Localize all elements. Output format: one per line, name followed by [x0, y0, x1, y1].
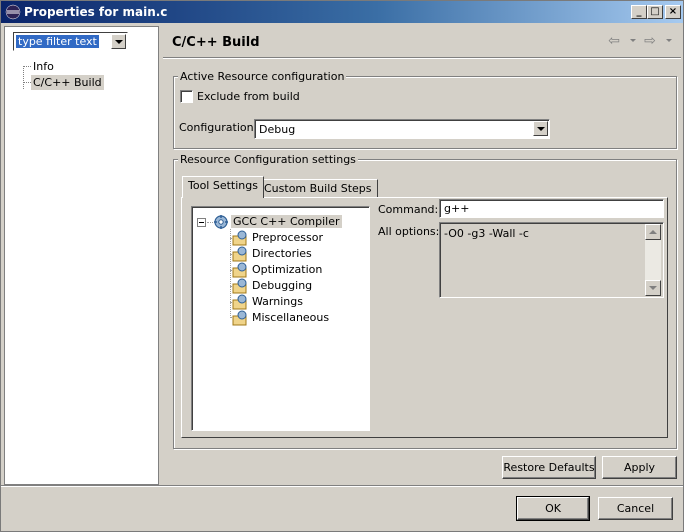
command-input[interactable]: g++	[439, 199, 664, 218]
scroll-up-icon[interactable]	[645, 224, 661, 240]
tree-item-label: Preprocessor	[252, 231, 324, 244]
eclipse-icon	[5, 4, 21, 20]
all-options-value: -O0 -g3 -Wall -c	[444, 227, 529, 240]
tool-tree[interactable]: GCC C++ Compiler Preprocessor Directorie…	[191, 206, 370, 431]
tree-item-label: Directories	[252, 247, 312, 260]
chevron-down-icon[interactable]	[111, 34, 126, 49]
tree-connector	[23, 66, 31, 67]
exclude-from-build-checkbox[interactable]	[180, 90, 193, 103]
cancel-button[interactable]: Cancel	[598, 497, 673, 520]
command-value: g++	[444, 202, 470, 215]
footer-separator	[1, 485, 683, 487]
tree-item-gcc-cpp-compiler[interactable]: GCC C++ Compiler	[213, 214, 342, 230]
close-button[interactable]: ×	[665, 5, 681, 19]
tool-settings-panel: GCC C++ Compiler Preprocessor Directorie…	[181, 197, 668, 438]
tree-item-directories[interactable]: Directories	[232, 246, 314, 262]
tab-custom-build-steps[interactable]: Custom Build Steps	[258, 179, 378, 199]
configuration-value: Debug	[259, 123, 296, 136]
apply-button[interactable]: Apply	[602, 456, 677, 479]
active-resource-legend: Active Resource configuration	[178, 70, 347, 83]
filter-placeholder: type filter text	[16, 35, 99, 48]
minimize-button[interactable]: _	[631, 5, 647, 19]
tree-item-label: Warnings	[252, 295, 303, 308]
tree-connector	[23, 82, 31, 83]
forward-history-dropdown-icon[interactable]	[666, 39, 672, 42]
configuration-label: Configuration:	[179, 121, 258, 134]
title-bar[interactable]: Properties for main.c _ □ ×	[1, 1, 683, 23]
tree-item-label: Debugging	[252, 279, 313, 292]
option-category-icon	[232, 310, 247, 326]
configuration-select[interactable]: Debug	[254, 119, 550, 139]
all-options-textarea[interactable]: -O0 -g3 -Wall -c	[439, 222, 664, 298]
filter-input[interactable]: type filter text	[13, 32, 128, 51]
tree-item-miscellaneous[interactable]: Miscellaneous	[232, 310, 331, 326]
option-category-icon	[232, 230, 247, 246]
scroll-down-icon[interactable]	[645, 280, 661, 296]
ok-button[interactable]: OK	[516, 496, 590, 521]
option-category-icon	[232, 262, 247, 278]
tree-item-debugging[interactable]: Debugging	[232, 278, 314, 294]
command-label: Command:	[378, 203, 439, 216]
back-arrow-icon[interactable]: ⇦	[605, 33, 623, 49]
option-category-icon	[232, 294, 247, 310]
sidebar-item-info[interactable]: Info	[31, 59, 56, 74]
option-category-icon	[232, 246, 247, 262]
tree-item-preprocessor[interactable]: Preprocessor	[232, 230, 325, 246]
tree-item-label: Miscellaneous	[252, 311, 330, 324]
tree-item-optimization[interactable]: Optimization	[232, 262, 324, 278]
tree-connector	[23, 66, 24, 89]
tree-item-warnings[interactable]: Warnings	[232, 294, 305, 310]
compiler-gear-icon	[214, 215, 228, 229]
exclude-from-build-label: Exclude from build	[197, 90, 300, 103]
restore-defaults-button[interactable]: Restore Defaults	[502, 456, 596, 479]
maximize-button[interactable]: □	[647, 5, 663, 19]
tab-tool-settings[interactable]: Tool Settings	[182, 176, 264, 198]
collapse-icon[interactable]	[197, 218, 206, 227]
page-title: C/C++ Build	[172, 35, 260, 50]
tree-item-label: Optimization	[252, 263, 323, 276]
window-title: Properties for main.c	[24, 5, 168, 19]
option-category-icon	[232, 278, 247, 294]
forward-arrow-icon[interactable]: ⇨	[641, 33, 659, 49]
tree-root-label: GCC C++ Compiler	[231, 215, 342, 228]
back-history-dropdown-icon[interactable]	[630, 39, 636, 42]
chevron-down-icon[interactable]	[533, 121, 548, 136]
resource-settings-legend: Resource Configuration settings	[178, 153, 358, 166]
header-separator	[163, 57, 681, 59]
sidebar-item-cpp-build[interactable]: C/C++ Build	[31, 75, 104, 90]
property-page-tree: type filter text Info C/C++ Build	[4, 26, 159, 485]
all-options-label: All options:	[378, 225, 440, 238]
properties-dialog: Properties for main.c _ □ × type filter …	[0, 0, 684, 532]
options-scrollbar[interactable]	[645, 224, 661, 296]
